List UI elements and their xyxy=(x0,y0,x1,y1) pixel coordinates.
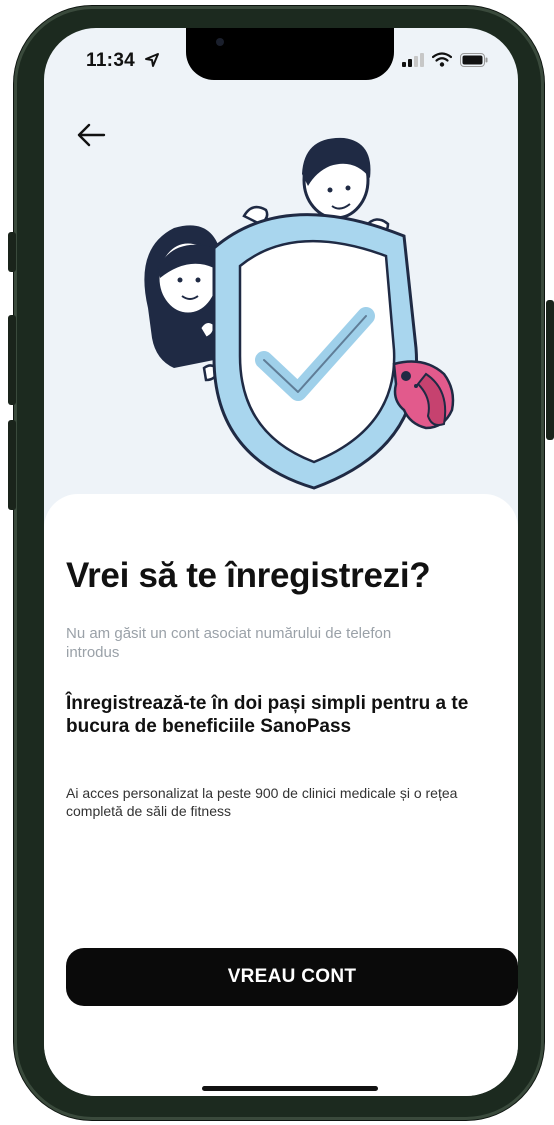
battery-icon xyxy=(460,52,488,67)
status-time: 11:34 xyxy=(86,50,160,72)
notch xyxy=(186,28,394,80)
status-icons xyxy=(402,52,488,67)
back-arrow-icon xyxy=(77,123,106,147)
app-screen: 11:34 Vrei să te înregistrezi? Nu am găs… xyxy=(44,28,518,1096)
girl-figure xyxy=(144,225,224,382)
silent-switch xyxy=(8,232,16,272)
page-title: Vrei să te înregistrezi? xyxy=(66,556,431,595)
volume-up-button xyxy=(8,315,16,405)
shield-checkmark-family-illustration xyxy=(144,137,455,490)
status-time-text: 11:34 xyxy=(86,50,136,71)
create-account-button[interactable]: VREAU CONT xyxy=(66,948,518,1006)
front-camera xyxy=(216,38,224,46)
location-arrow-icon xyxy=(144,53,159,67)
content-sheet: Vrei să te înregistrezi? Nu am găsit un … xyxy=(44,494,518,1096)
volume-down-button xyxy=(8,420,16,510)
shield-shape xyxy=(212,213,419,490)
benefits-description: Ai acces personalizat la peste 900 de cl… xyxy=(66,785,458,819)
power-button xyxy=(546,300,554,440)
cellular-signal-icon xyxy=(402,52,424,67)
benefits-heading: Înregistrează-te în doi pași simpli pent… xyxy=(66,693,469,737)
back-button[interactable] xyxy=(74,118,108,152)
home-indicator[interactable] xyxy=(202,1086,378,1091)
page-subtitle: Nu am găsit un cont asociat numărului de… xyxy=(66,625,392,661)
wifi-icon xyxy=(432,52,452,67)
